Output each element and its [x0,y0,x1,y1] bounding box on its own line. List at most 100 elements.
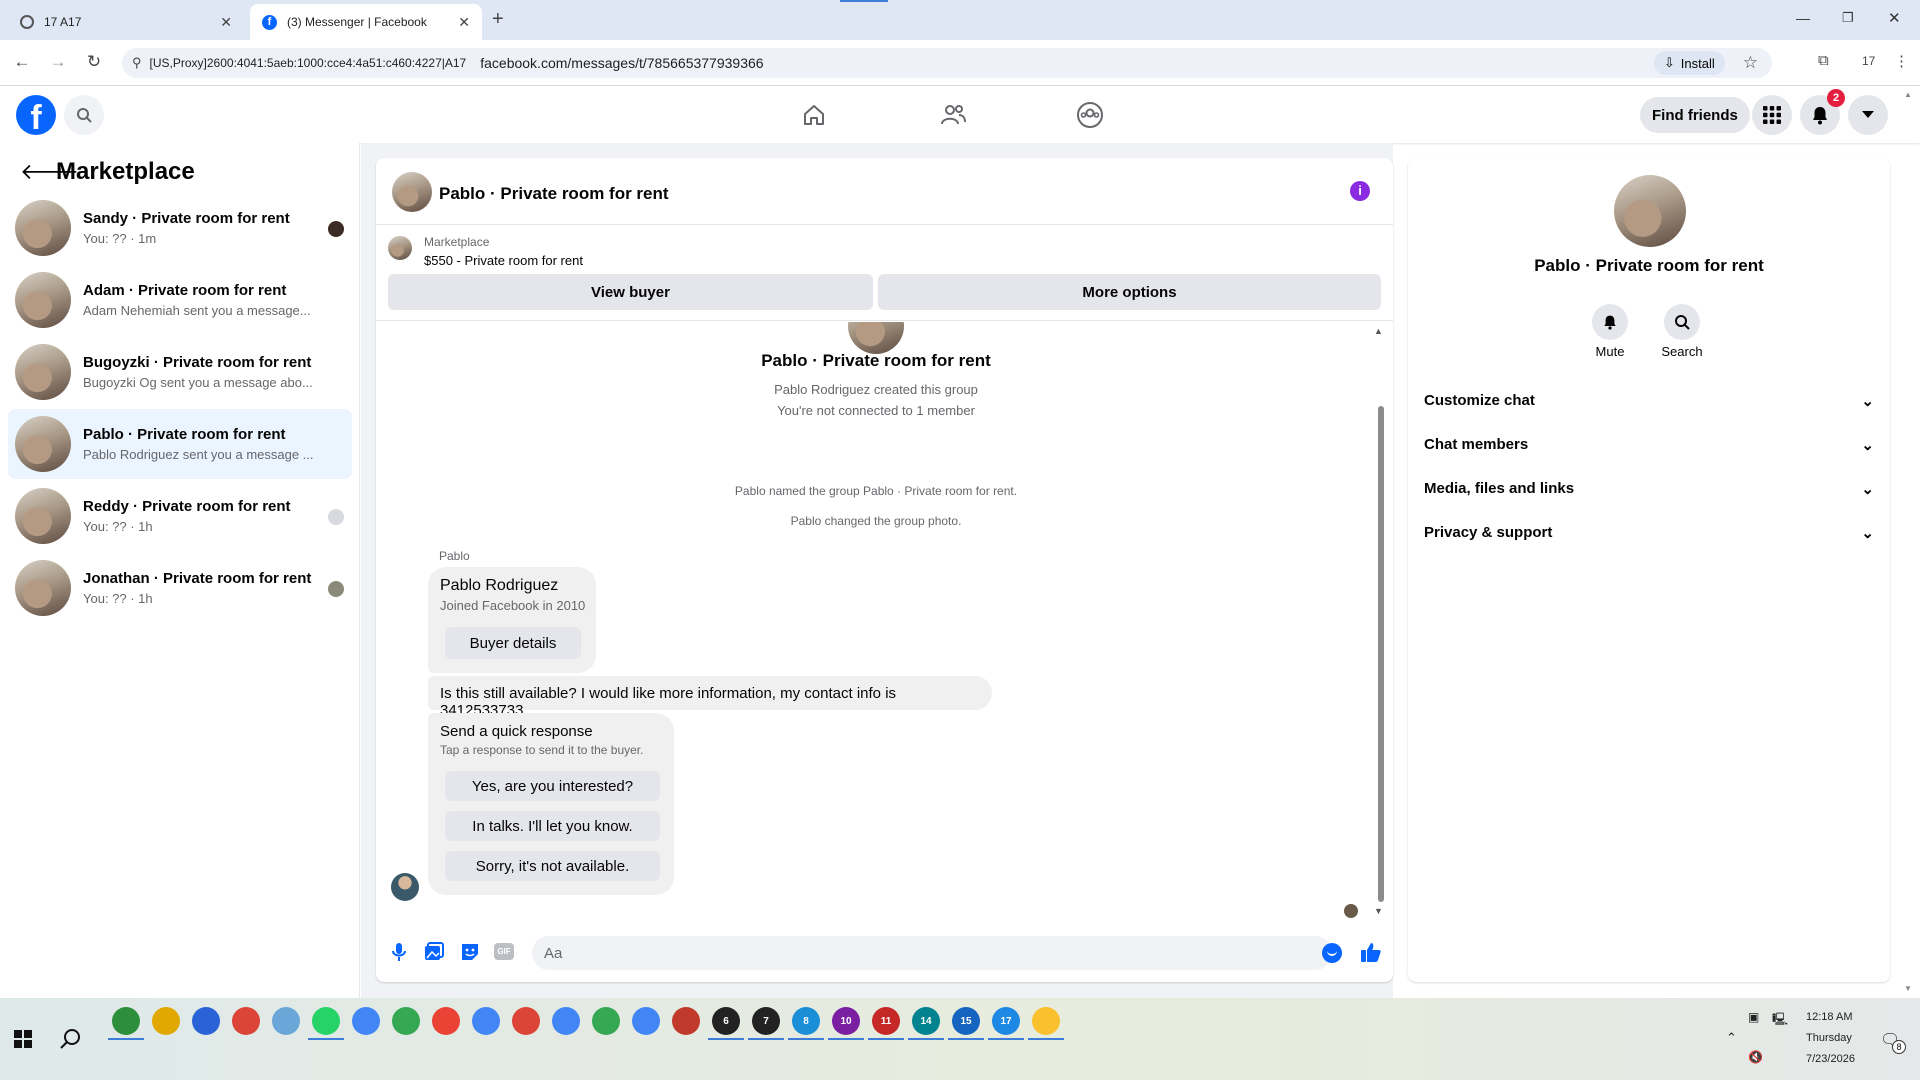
view-buyer-button[interactable]: View buyer [388,274,873,310]
reload-icon[interactable]: ↻ [82,52,106,72]
buyer-details-button[interactable]: Buyer details [445,627,581,659]
taskbar-app-icon[interactable] [512,1007,540,1035]
mute-label: Mute [1595,344,1625,359]
close-window-icon[interactable]: ✕ [1888,9,1901,27]
new-tab-icon[interactable]: + [492,8,504,31]
forward-icon[interactable]: → [46,52,70,72]
taskbar-app-icon[interactable]: 10 [832,1007,860,1035]
profile-count[interactable]: 17 [1862,54,1875,68]
section-customize-chat[interactable]: Customize chat ⌄ [1424,392,1874,410]
conversation-item[interactable]: Adam · Private room for rent Adam Nehemia… [8,265,352,335]
taskbar-app-icon[interactable] [632,1007,660,1035]
gif-icon[interactable]: GIF [494,943,514,960]
restore-icon[interactable]: ❐ [1842,10,1854,26]
info-icon[interactable]: i [1350,181,1370,201]
taskbar-app-icon[interactable] [1032,1007,1060,1035]
taskbar-app-icon[interactable] [192,1007,220,1035]
taskbar-app-icon[interactable] [312,1007,340,1035]
taskbar-search-icon[interactable] [60,1028,82,1050]
taskbar-app-icon[interactable]: 6 [712,1007,740,1035]
taskbar-app-icon[interactable] [152,1007,180,1035]
windows-start-icon[interactable] [14,1030,32,1048]
taskbar-app-icon[interactable] [472,1007,500,1035]
conversation-item[interactable]: Sandy · Private room for rent You: ?? · 1… [8,193,352,263]
search-button[interactable] [64,95,104,135]
friends-icon[interactable] [939,102,967,128]
tab-title: (3) Messenger | Facebook [287,15,427,29]
listing-title[interactable]: $550 - Private room for rent [424,253,583,268]
facebook-logo[interactable]: f [16,95,56,135]
taskbar-app-icon[interactable]: 17 [992,1007,1020,1035]
more-options-button[interactable]: More options [878,274,1381,310]
taskbar-app-icon[interactable] [432,1007,460,1035]
minimize-icon[interactable]: — [1796,10,1810,26]
conversation-item[interactable]: Reddy · Private room for rent You: ?? · 1… [8,481,352,551]
find-friends-button[interactable]: Find friends [1640,97,1750,133]
taskbar-active-indicator [308,1038,344,1040]
network-icon[interactable]: 🖳 [1772,1010,1788,1031]
home-icon[interactable] [801,102,827,128]
back-icon[interactable]: ← [10,52,34,72]
url-text[interactable]: facebook.com/messages/t/785665377939366 [480,55,763,71]
conversation-item[interactable]: Bugoyzki · Private room for rent Bugoyzki… [8,337,352,407]
browser-tab-1[interactable]: 17 A17 ✕ [8,4,244,40]
section-label: Privacy & support [1424,524,1553,541]
menu-button[interactable] [1752,95,1792,135]
taskbar-app-icon[interactable]: 8 [792,1007,820,1035]
groups-icon[interactable] [1076,101,1104,129]
mute-button[interactable] [1592,304,1628,340]
taskbar-app-icon[interactable] [392,1007,420,1035]
page-scroll-up-icon[interactable]: ▲ [1904,90,1912,99]
browser-tab-2[interactable]: f (3) Messenger | Facebook ✕ [250,4,482,40]
taskbar-app-icon[interactable] [232,1007,260,1035]
divider [376,320,1393,321]
taskbar-app-icon[interactable]: 7 [752,1007,780,1035]
message-input[interactable]: Aa [532,936,1332,970]
taskbar-app-icon[interactable] [112,1007,140,1035]
quick-response-option[interactable]: Sorry, it's not available. [445,851,660,881]
taskbar-app-icon[interactable] [352,1007,380,1035]
taskbar-app-icon[interactable] [272,1007,300,1035]
chat-title[interactable]: Pablo · Private room for rent [439,184,669,204]
taskbar-app-icon[interactable] [672,1007,700,1035]
listing-thumbnail [388,236,412,260]
close-tab-icon[interactable]: ✕ [220,14,232,31]
quick-response-option[interactable]: In talks. I'll let you know. [445,811,660,841]
section-privacy-support[interactable]: Privacy & support ⌄ [1424,524,1874,542]
search-chat-button[interactable] [1664,304,1700,340]
site-info-icon[interactable]: ⚲ [132,55,142,71]
scroll-down-icon[interactable]: ▼ [1374,906,1383,916]
clock-time[interactable]: 12:18 AM [1806,1011,1876,1023]
conversation-item-active[interactable]: Pablo · Private room for rent Pablo Rodri… [8,409,352,479]
page-scroll-down-icon[interactable]: ▼ [1904,984,1912,993]
taskbar-app-icon[interactable] [552,1007,580,1035]
photo-icon[interactable] [424,942,444,962]
chat-avatar[interactable] [392,172,432,212]
microphone-icon[interactable] [390,942,408,962]
tray-chevron-up-icon[interactable]: ⌃ [1726,1030,1737,1046]
bookmark-star-icon[interactable]: ☆ [1743,53,1758,73]
taskbar-app-icon[interactable] [592,1007,620,1035]
scrollbar-thumb[interactable] [1378,406,1384,902]
quick-response-option[interactable]: Yes, are you interested? [445,771,660,801]
browser-menu-icon[interactable]: ⋮ [1894,52,1909,70]
thumbs-up-icon[interactable] [1360,941,1382,963]
message-bubble[interactable]: Is this still available? I would like mo… [428,676,992,719]
scroll-up-icon[interactable]: ▲ [1374,326,1383,336]
volume-muted-icon[interactable]: 🔇 [1748,1050,1763,1064]
sticker-icon[interactable] [460,942,480,962]
meet-icon[interactable]: ▣ [1748,1010,1759,1024]
omnibox[interactable]: ⚲ [US,Proxy]2600:4041:5aeb:1000:cce4:4a5… [122,48,1772,78]
section-chat-members[interactable]: Chat members ⌄ [1424,436,1874,454]
taskbar-app-icon[interactable]: 11 [872,1007,900,1035]
install-button[interactable]: ⇩ Install [1653,51,1725,75]
quick-response-title: Send a quick response [440,723,593,740]
emoji-icon[interactable] [1322,943,1342,963]
conversation-item[interactable]: Jonathan · Private room for rent You: ?? … [8,553,352,623]
taskbar-app-icon[interactable]: 15 [952,1007,980,1035]
taskbar-app-icon[interactable]: 14 [912,1007,940,1035]
close-tab-icon[interactable]: ✕ [458,14,470,31]
section-media-files-links[interactable]: Media, files and links ⌄ [1424,480,1874,498]
tab-search-icon[interactable]: ⧉ [1818,52,1829,69]
account-button[interactable] [1848,95,1888,135]
